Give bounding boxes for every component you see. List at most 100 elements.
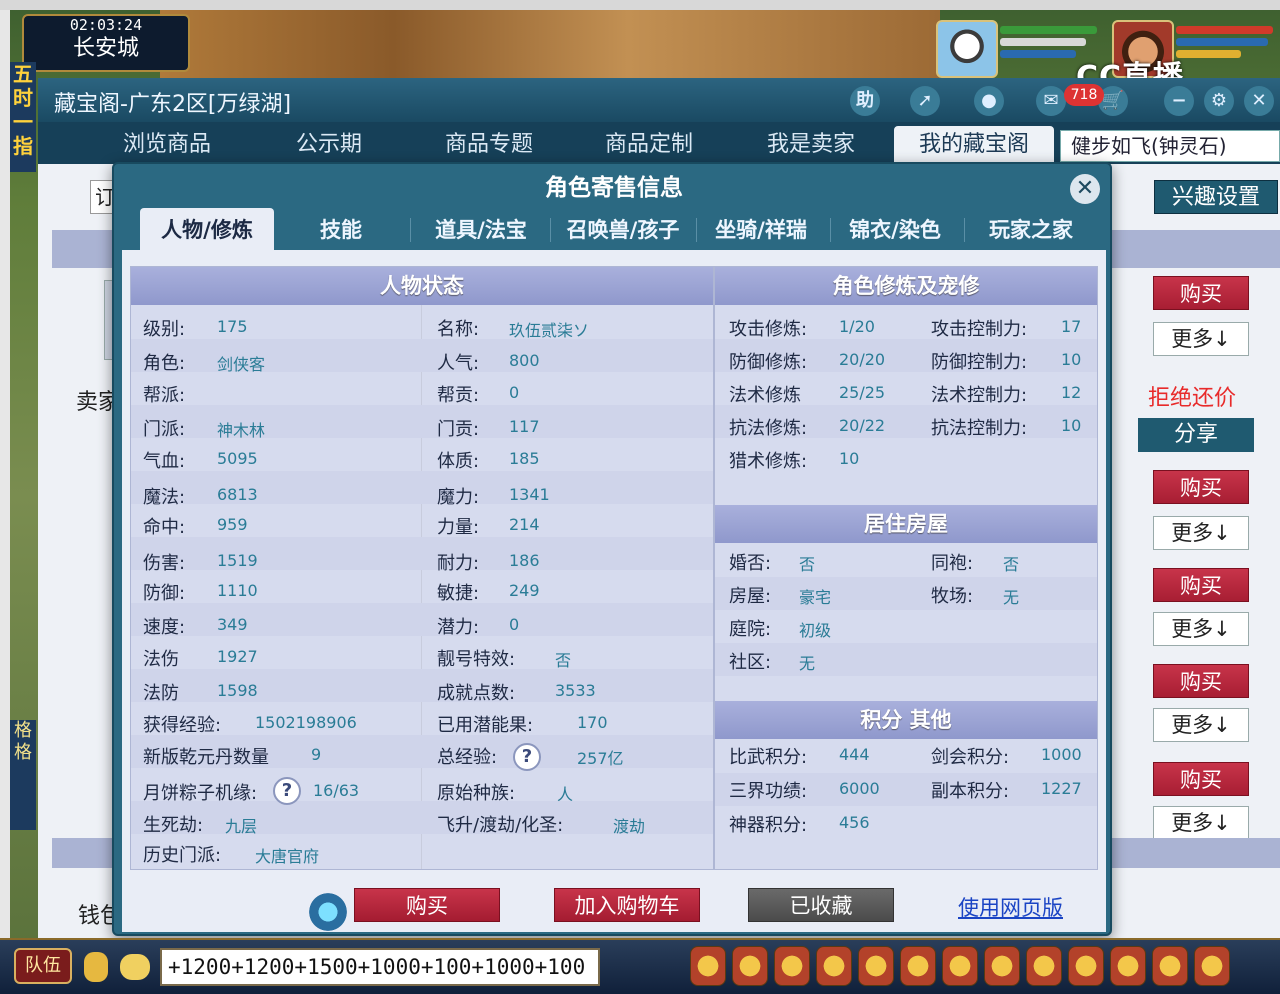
buy-button[interactable]: 购买 bbox=[1153, 276, 1249, 310]
field-value: 117 bbox=[509, 417, 540, 436]
tab-separator bbox=[964, 218, 965, 242]
field-label: 体质: bbox=[437, 451, 480, 472]
share-icon[interactable]: ➚ bbox=[910, 86, 940, 116]
field-label: 魔力: bbox=[437, 487, 480, 508]
cultivation-header: 角色修炼及宠修 bbox=[715, 267, 1097, 305]
tab-topics[interactable]: 商品专题 bbox=[424, 126, 554, 164]
chat-input[interactable]: +1200+1200+1500+1000+100+1000+100 bbox=[160, 948, 600, 986]
field-value: 186 bbox=[509, 551, 540, 570]
more-button[interactable]: 更多↓ bbox=[1153, 612, 1249, 646]
shortcut-icon[interactable] bbox=[984, 946, 1020, 986]
shortcut-icon[interactable] bbox=[1026, 946, 1062, 986]
chat-bubble-icon[interactable] bbox=[120, 954, 150, 980]
more-button[interactable]: 更多↓ bbox=[1153, 708, 1249, 742]
store-title: 藏宝阁-广东2区[万绿湖] bbox=[54, 92, 292, 117]
field-value: 249 bbox=[509, 581, 540, 600]
field-label: 牧场: bbox=[931, 586, 974, 607]
stop-icon[interactable]: ● bbox=[974, 86, 1004, 116]
mic-icon[interactable] bbox=[84, 952, 108, 982]
tab-items[interactable]: 道具/法宝 bbox=[416, 208, 546, 250]
shortcut-icon[interactable] bbox=[690, 946, 726, 986]
share-button[interactable]: 分享 bbox=[1138, 418, 1254, 452]
field-value: 九层 bbox=[225, 817, 258, 836]
buy-button[interactable]: 购买 bbox=[1153, 568, 1249, 602]
shortcut-icon[interactable] bbox=[1194, 946, 1230, 986]
tab-my-store[interactable]: 我的藏宝阁 bbox=[894, 126, 1054, 164]
more-button[interactable]: 更多↓ bbox=[1153, 516, 1249, 550]
shortcut-icon[interactable] bbox=[1110, 946, 1146, 986]
field-value: 25/25 bbox=[839, 383, 886, 402]
add-to-cart-button[interactable]: 加入购物车 bbox=[554, 888, 700, 922]
field-label: 门贡: bbox=[437, 419, 480, 440]
side-menu-2[interactable]: 格格 bbox=[10, 720, 36, 830]
field-value: 10 bbox=[839, 449, 860, 468]
field-label: 婚否: bbox=[729, 553, 772, 574]
shortcut-icon[interactable] bbox=[816, 946, 852, 986]
field-value: 20/20 bbox=[839, 350, 886, 369]
buy-button[interactable]: 购买 bbox=[354, 888, 500, 922]
field-value: 玖伍贰柒ソ bbox=[509, 321, 590, 340]
game-bottom-bar: 队伍 +1200+1200+1500+1000+100+1000+100 bbox=[0, 938, 1280, 994]
dialog-tabs: 人物/修炼 技能 道具/法宝 召唤兽/孩子 坐骑/祥瑞 锦衣/染色 玩家之家 bbox=[136, 204, 1096, 250]
tab-custom[interactable]: 商品定制 bbox=[584, 126, 714, 164]
tab-seller[interactable]: 我是卖家 bbox=[746, 126, 876, 164]
column-divider bbox=[421, 305, 422, 869]
web-version-link[interactable]: 使用网页版 bbox=[958, 892, 1063, 922]
dialog-title: 角色寄售信息 bbox=[545, 175, 683, 201]
tab-skills[interactable]: 技能 bbox=[286, 208, 396, 250]
settings-icon[interactable]: ⚙ bbox=[1204, 86, 1234, 116]
shortcut-icon[interactable] bbox=[1068, 946, 1104, 986]
tab-character[interactable]: 人物/修炼 bbox=[140, 208, 274, 250]
close-icon[interactable]: ✕ bbox=[1070, 174, 1100, 204]
side-menu[interactable]: 五时一指 bbox=[10, 62, 36, 172]
tab-costumes[interactable]: 锦衣/染色 bbox=[830, 208, 960, 250]
clock-time: 02:03:24 bbox=[69, 16, 143, 34]
field-value: 无 bbox=[799, 654, 816, 673]
shortcut-icon[interactable] bbox=[1152, 946, 1188, 986]
minimize-icon[interactable]: − bbox=[1164, 86, 1194, 116]
question-icon[interactable]: ? bbox=[273, 777, 301, 805]
field-label: 门派: bbox=[143, 419, 186, 440]
question-icon[interactable]: ? bbox=[513, 743, 541, 771]
field-value: 6000 bbox=[839, 779, 880, 798]
notification-badge: 718 bbox=[1064, 84, 1104, 106]
more-button[interactable]: 更多↓ bbox=[1153, 806, 1249, 840]
shortcut-icon[interactable] bbox=[900, 946, 936, 986]
more-button[interactable]: 更多↓ bbox=[1153, 322, 1249, 356]
field-label: 同袍: bbox=[931, 553, 974, 574]
chat-icon[interactable]: ✉ bbox=[1036, 86, 1066, 116]
field-value: 185 bbox=[509, 449, 540, 468]
tab-public[interactable]: 公示期 bbox=[264, 126, 394, 164]
saved-button[interactable]: 已收藏 bbox=[748, 888, 894, 922]
field-label: 法伤 bbox=[143, 649, 179, 670]
field-value: 1927 bbox=[217, 647, 258, 666]
buy-button[interactable]: 购买 bbox=[1153, 762, 1249, 796]
help-icon[interactable]: 助 bbox=[850, 86, 880, 116]
field-value: 1227 bbox=[1041, 779, 1082, 798]
shortcut-icon[interactable] bbox=[858, 946, 894, 986]
tab-pets[interactable]: 召唤兽/孩子 bbox=[552, 208, 694, 250]
search-input[interactable]: 健步如飞(钟灵石) bbox=[1060, 130, 1280, 162]
tab-home[interactable]: 玩家之家 bbox=[966, 208, 1096, 250]
tab-mounts[interactable]: 坐骑/祥瑞 bbox=[696, 208, 826, 250]
field-label: 潜力: bbox=[437, 617, 480, 638]
shortcut-icon[interactable] bbox=[942, 946, 978, 986]
interest-settings-button[interactable]: 兴趣设置 bbox=[1154, 180, 1278, 214]
tab-separator bbox=[410, 218, 411, 242]
field-value: 257亿 bbox=[577, 749, 624, 768]
close-icon[interactable]: ✕ bbox=[1244, 86, 1274, 116]
shortcut-icon[interactable] bbox=[732, 946, 768, 986]
field-label: 月饼粽子机缘: bbox=[143, 783, 258, 804]
field-value: 人 bbox=[557, 785, 574, 804]
tab-browse[interactable]: 浏览商品 bbox=[102, 126, 232, 164]
pet-portrait-icon[interactable] bbox=[936, 20, 998, 78]
shortcut-icon[interactable] bbox=[774, 946, 810, 986]
team-button[interactable]: 队伍 bbox=[14, 948, 72, 984]
buy-button[interactable]: 购买 bbox=[1153, 470, 1249, 504]
field-value: 剑侠客 bbox=[217, 355, 266, 374]
buy-button[interactable]: 购买 bbox=[1153, 664, 1249, 698]
field-label: 气血: bbox=[143, 451, 186, 472]
cultivation-panel: 角色修炼及宠修 居住房屋 积分 其他 攻击修炼: 1/20 攻击控制力: 17 防御修炼… bbox=[714, 266, 1098, 870]
role-sale-dialog: 角色寄售信息 ✕ 人物/修炼 技能 道具/法宝 召唤兽/孩子 坐骑/祥瑞 锦衣/… bbox=[112, 162, 1112, 936]
field-label: 帮贡: bbox=[437, 385, 480, 406]
